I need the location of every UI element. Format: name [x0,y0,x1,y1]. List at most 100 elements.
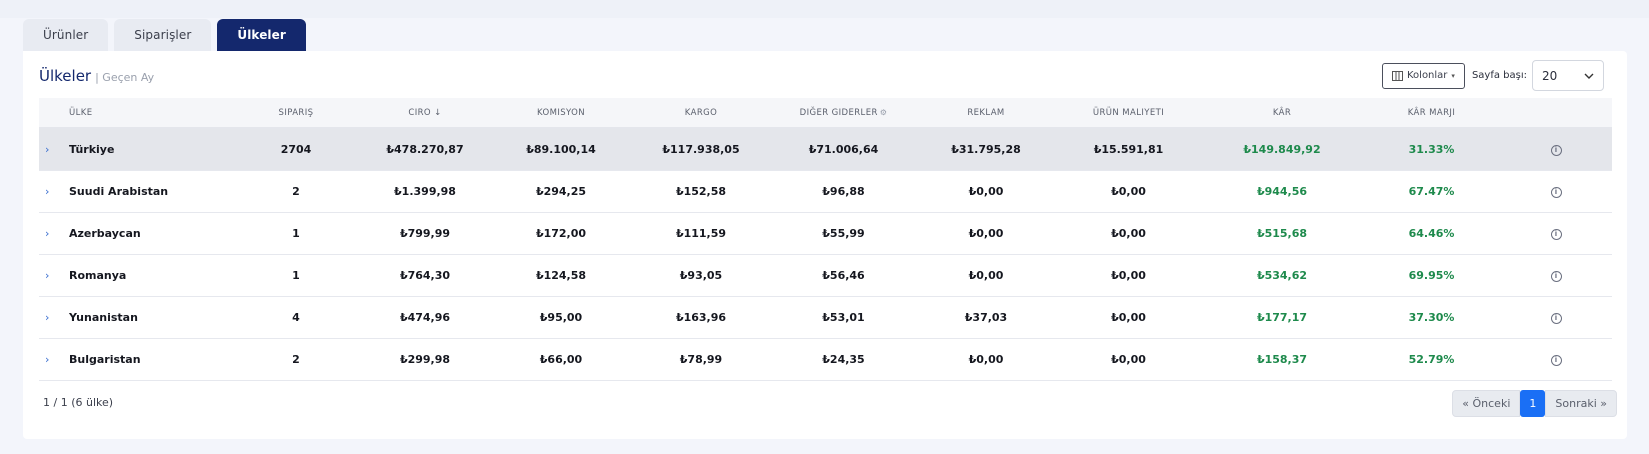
cell-other-expenses: ₺55,99 [822,226,865,240]
table-row[interactable]: › Yunanistan 4 ₺474,96 ₺95,00 ₺163,96 ₺5… [39,296,1612,338]
cell-ads: ₺0,00 [968,268,1004,282]
tab-urunler[interactable]: Ürünler [23,19,109,51]
table-row[interactable]: › Romanya 1 ₺764,30 ₺124,58 ₺93,05 ₺56,4… [39,254,1612,296]
info-icon[interactable]: i [1550,313,1562,324]
cell-orders: 2 [292,184,300,198]
period-label: | Geçen Ay [95,71,155,84]
table-header-row: ÜLKE SIPARIŞ CIRO ↓ KOMISYON KARGO DIĞER… [39,98,1612,129]
cell-revenue: ₺799,99 [399,226,451,240]
cell-profit-margin: 69.95% [1408,268,1455,282]
cell-profit-margin: 67.47% [1408,184,1455,198]
cell-commission: ₺66,00 [539,352,583,366]
caret-down-icon: ▾ [1451,71,1455,80]
info-icon[interactable]: i [1550,355,1562,366]
header-orders[interactable]: SIPARIŞ [233,98,359,129]
header-commission[interactable]: KOMISYON [491,98,631,129]
cell-commission: ₺95,00 [539,310,583,324]
cell-profit-margin: 64.46% [1408,226,1455,240]
info-icon[interactable]: i [1550,229,1562,240]
cell-commission: ₺124,58 [535,268,587,282]
per-page-label: Sayfa başı: [1471,70,1527,81]
cell-ads: ₺37,03 [964,310,1008,324]
cell-ads: ₺31.795,28 [951,142,1021,156]
expand-chevron-icon[interactable]: › [39,128,55,170]
cell-other-expenses: ₺24,35 [822,352,865,366]
header-revenue[interactable]: CIRO ↓ [359,98,491,129]
tab-siparisler[interactable]: Siparişler [114,19,212,51]
header-profit[interactable]: KÂR [1201,98,1363,129]
header-ads[interactable]: REKLAM [916,98,1056,129]
cell-country: Azerbaycan [69,226,141,240]
expand-chevron-icon[interactable]: › [39,254,55,296]
info-icon[interactable]: i [1550,187,1562,198]
info-column-header [1500,98,1612,129]
page-title: Ülkeler [39,67,92,85]
columns-button-label: Kolonlar [1406,70,1448,81]
cell-country: Yunanistan [69,310,138,324]
pagination-summary: 1 / 1 (6 ülke) [43,396,114,409]
cell-profit-margin: 52.79% [1408,352,1455,366]
table-row[interactable]: › Bulgaristan 2 ₺299,98 ₺66,00 ₺78,99 ₺2… [39,338,1612,380]
next-page-button[interactable]: Sonraki » [1545,390,1617,417]
cell-country: Türkiye [69,142,115,156]
cell-profit: ₺515,68 [1256,226,1308,240]
expand-chevron-icon[interactable]: › [39,212,55,254]
cell-ads: ₺0,00 [968,226,1004,240]
cell-profit-margin: 31.33% [1408,142,1455,156]
cell-orders: 4 [292,310,300,324]
cell-profit: ₺149.849,92 [1243,142,1321,156]
chevron-down-icon [1584,73,1594,79]
per-page-value: 20 [1542,68,1558,83]
cell-revenue: ₺478.270,87 [386,142,464,156]
cell-country: Suudi Arabistan [69,184,169,198]
info-icon[interactable]: i [1550,145,1562,157]
card-header: Ülkeler | Geçen Ay [39,67,154,85]
cell-other-expenses: ₺56,46 [822,268,865,282]
cell-profit-margin: 37.30% [1408,310,1455,324]
settings-icon[interactable]: ⚙ [880,108,888,117]
expand-column-header [39,98,55,129]
cell-revenue: ₺474,96 [399,310,451,324]
cell-commission: ₺294,25 [535,184,587,198]
expand-chevron-icon[interactable]: › [39,170,55,212]
cell-shipping: ₺111,59 [675,226,727,240]
row-info-cell: i [1500,170,1612,212]
cell-revenue: ₺299,98 [399,352,451,366]
header-other-expenses[interactable]: DIĞER GIDERLER ⚙ [771,98,916,129]
cell-commission: ₺89.100,14 [526,142,596,156]
cell-shipping: ₺93,05 [679,268,723,282]
page-1-button[interactable]: 1 [1520,390,1546,417]
cell-orders: 2 [292,352,300,366]
cell-orders: 2704 [280,142,312,156]
row-info-cell: i [1500,296,1612,338]
pagination: « Önceki 1 Sonraki » [1452,390,1617,417]
expand-chevron-icon[interactable]: › [39,296,55,338]
cell-orders: 1 [292,268,300,282]
cell-revenue: ₺1.399,98 [394,184,456,198]
prev-page-button[interactable]: « Önceki [1452,390,1521,417]
cell-profit: ₺534,62 [1256,268,1308,282]
info-icon[interactable]: i [1550,271,1562,282]
cell-shipping: ₺78,99 [679,352,723,366]
table-row[interactable]: › Türkiye 2704 ₺478.270,87 ₺89.100,14 ₺1… [39,128,1612,170]
row-info-cell: i [1500,338,1612,380]
cell-profit: ₺944,56 [1256,184,1308,198]
header-shipping[interactable]: KARGO [631,98,771,129]
cell-product-cost: ₺0,00 [1111,184,1146,198]
columns-button[interactable]: Kolonlar ▾ [1381,62,1465,89]
tab-ulkeler[interactable]: Ülkeler [217,19,306,51]
header-profit-margin[interactable]: KÂR MARJI [1363,98,1500,129]
table-row[interactable]: › Azerbaycan 1 ₺799,99 ₺172,00 ₺111,59 ₺… [39,212,1612,254]
header-product-cost[interactable]: ÜRÜN MALIYETI [1056,98,1201,129]
cell-ads: ₺0,00 [968,184,1004,198]
row-info-cell: i [1500,254,1612,296]
cell-country: Bulgaristan [69,352,141,366]
expand-chevron-icon[interactable]: › [39,338,55,380]
per-page-select[interactable]: 20 [1532,60,1604,91]
row-info-cell: i [1500,128,1612,170]
countries-card: Ülkeler | Geçen Ay Kolonlar ▾ Sayfa başı… [23,51,1627,439]
cell-product-cost: ₺0,00 [1111,352,1146,366]
header-country[interactable]: ÜLKE [55,98,233,129]
table-row[interactable]: › Suudi Arabistan 2 ₺1.399,98 ₺294,25 ₺1… [39,170,1612,212]
cell-profit: ₺158,37 [1256,352,1308,366]
